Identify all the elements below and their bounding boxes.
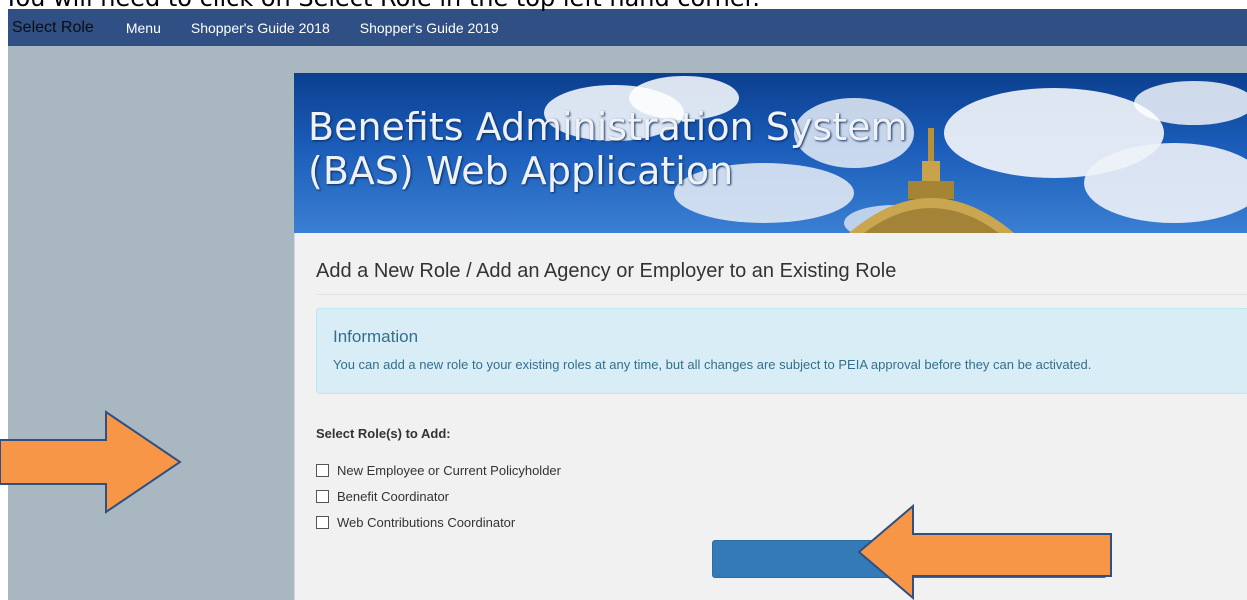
role-option-web-contributions[interactable]: Web Contributions Coordinator: [316, 515, 515, 530]
roles-label: Select Role(s) to Add:: [316, 426, 451, 441]
checkbox-new-employee[interactable]: [316, 464, 329, 477]
top-navbar: Select Role Menu Shopper's Guide 2018 Sh…: [8, 9, 1247, 46]
divider: [316, 294, 1247, 295]
checkbox-benefit-coordinator[interactable]: [316, 490, 329, 503]
banner-title-line1: Benefits Administration System: [308, 105, 908, 149]
select-role-link[interactable]: Select Role: [12, 19, 94, 37]
nav-link-menu[interactable]: Menu: [126, 20, 161, 36]
header-banner: Benefits Administration System (BAS) Web…: [294, 73, 1247, 233]
banner-title-line2: (BAS) Web Application: [308, 149, 734, 193]
instruction-caption: You will need to click on Select Role in…: [4, 0, 760, 12]
arrow-left-icon: [857, 504, 1112, 600]
information-alert: Information You can add a new role to yo…: [316, 308, 1247, 394]
role-label-benefit-coordinator: Benefit Coordinator: [337, 489, 450, 504]
role-label-new-employee: New Employee or Current Policyholder: [337, 463, 561, 478]
arrow-right-icon: [0, 410, 182, 514]
banner-title: Benefits Administration System (BAS) Web…: [308, 105, 907, 193]
role-option-new-employee[interactable]: New Employee or Current Policyholder: [316, 463, 561, 478]
page-title: Add a New Role / Add an Agency or Employ…: [316, 260, 897, 282]
role-label-web-contributions: Web Contributions Coordinator: [337, 515, 516, 530]
checkbox-web-contributions[interactable]: [316, 516, 329, 529]
role-option-benefit-coordinator[interactable]: Benefit Coordinator: [316, 489, 449, 504]
info-text: You can add a new role to your existing …: [333, 357, 1092, 372]
nav-link-shoppers-guide-2019[interactable]: Shopper's Guide 2019: [360, 20, 499, 36]
info-heading: Information: [333, 327, 419, 346]
nav-link-shoppers-guide-2018[interactable]: Shopper's Guide 2018: [191, 20, 330, 36]
